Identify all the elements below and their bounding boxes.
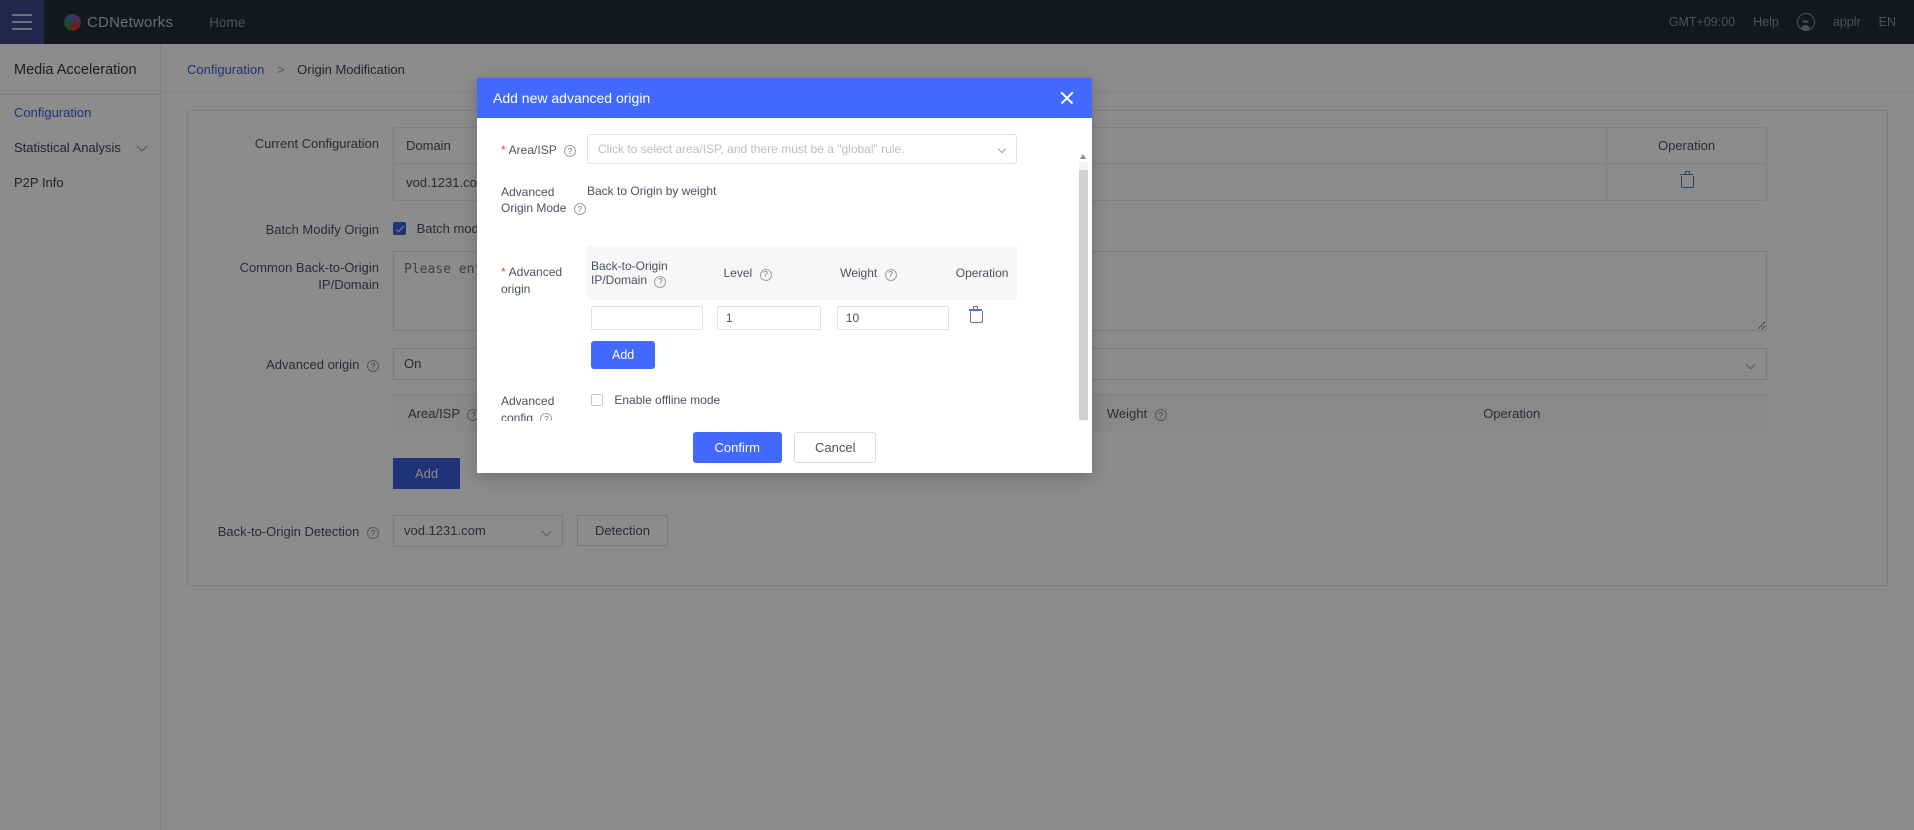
cancel-button[interactable]: Cancel [794, 432, 876, 463]
modal-advanced-config-row: Advanced config ? Enable offline mode [477, 393, 1092, 421]
cell-ip-domain [591, 306, 709, 330]
modal-area-isp-field: Click to select area/ISP, and there must… [587, 134, 1017, 164]
required-asterisk: * [501, 265, 506, 279]
modal-origin-mode-value: Back to Origin by weight [587, 184, 716, 198]
confirm-button[interactable]: Confirm [693, 432, 783, 463]
modal-footer: Confirm Cancel [477, 421, 1092, 473]
column-header-weight: Weight ? [830, 266, 944, 280]
help-icon[interactable]: ? [540, 413, 552, 421]
chevron-down-icon [998, 145, 1006, 153]
area-isp-select[interactable]: Click to select area/ISP, and there must… [587, 134, 1017, 164]
column-header-ip-domain: Back-to-Origin IP/Domain ? [591, 259, 709, 287]
modal-origin-mode-label: Advanced Origin Mode ? [477, 184, 587, 216]
modal-area-isp-label-text: Area/ISP [509, 143, 557, 157]
modal-advanced-origin-field: Back-to-Origin IP/Domain ? Level ? Weigh… [587, 246, 1017, 369]
checkbox-icon[interactable] [591, 394, 603, 406]
modal-area-isp-row: *Area/ISP ? Click to select area/ISP, an… [477, 134, 1092, 164]
weight-input[interactable] [837, 306, 949, 330]
ip-domain-input[interactable] [591, 306, 703, 330]
help-icon[interactable]: ? [760, 269, 772, 281]
column-header-operation: Operation [944, 266, 1013, 280]
offline-mode-checkbox[interactable]: Enable offline mode [591, 393, 720, 407]
modal-origin-mode-row: Advanced Origin Mode ? Back to Origin by… [477, 184, 1092, 216]
help-icon[interactable]: ? [574, 203, 586, 215]
scrollbar-thumb[interactable] [1079, 170, 1088, 420]
help-icon[interactable]: ? [885, 269, 897, 281]
offline-mode-label: Enable offline mode [614, 393, 720, 407]
required-asterisk: * [501, 143, 506, 157]
modal-area-isp-label: *Area/ISP ? [477, 134, 587, 164]
add-origin-button[interactable]: Add [591, 341, 655, 369]
trash-icon[interactable] [970, 309, 981, 322]
help-icon[interactable]: ? [564, 145, 576, 157]
cell-weight [829, 306, 944, 330]
level-input[interactable] [717, 306, 821, 330]
modal-title: Add new advanced origin [493, 90, 650, 106]
modal-origin-table-header: Back-to-Origin IP/Domain ? Level ? Weigh… [587, 246, 1017, 300]
help-icon[interactable]: ? [654, 276, 666, 288]
scroll-up-arrow-icon[interactable] [1080, 154, 1086, 159]
area-isp-placeholder: Click to select area/ISP, and there must… [598, 142, 904, 156]
modal-origin-table-row [587, 300, 1017, 330]
cell-operation [944, 309, 1013, 327]
cell-level [709, 306, 829, 330]
modal-advanced-config-label: Advanced config ? [477, 393, 587, 421]
modal-advanced-origin-label: *Advanced origin [477, 246, 587, 369]
add-advanced-origin-dialog: Add new advanced origin *Area/ISP ? Clic… [477, 78, 1092, 473]
modal-origin-mode-field: Back to Origin by weight [587, 184, 1017, 216]
modal-origin-mode-label-text: Advanced Origin Mode [501, 185, 566, 215]
modal-advanced-config-field: Enable offline mode [587, 393, 1017, 421]
column-header-level: Level ? [709, 266, 830, 280]
modal-advanced-origin-row: *Advanced origin Back-to-Origin IP/Domai… [477, 246, 1092, 369]
modal-advanced-origin-label-text: Advanced origin [501, 265, 562, 295]
close-icon[interactable] [1058, 89, 1076, 107]
modal-body: *Area/ISP ? Click to select area/ISP, an… [477, 118, 1092, 421]
modal-scrollbar[interactable] [1079, 162, 1088, 421]
modal-header: Add new advanced origin [477, 78, 1092, 118]
